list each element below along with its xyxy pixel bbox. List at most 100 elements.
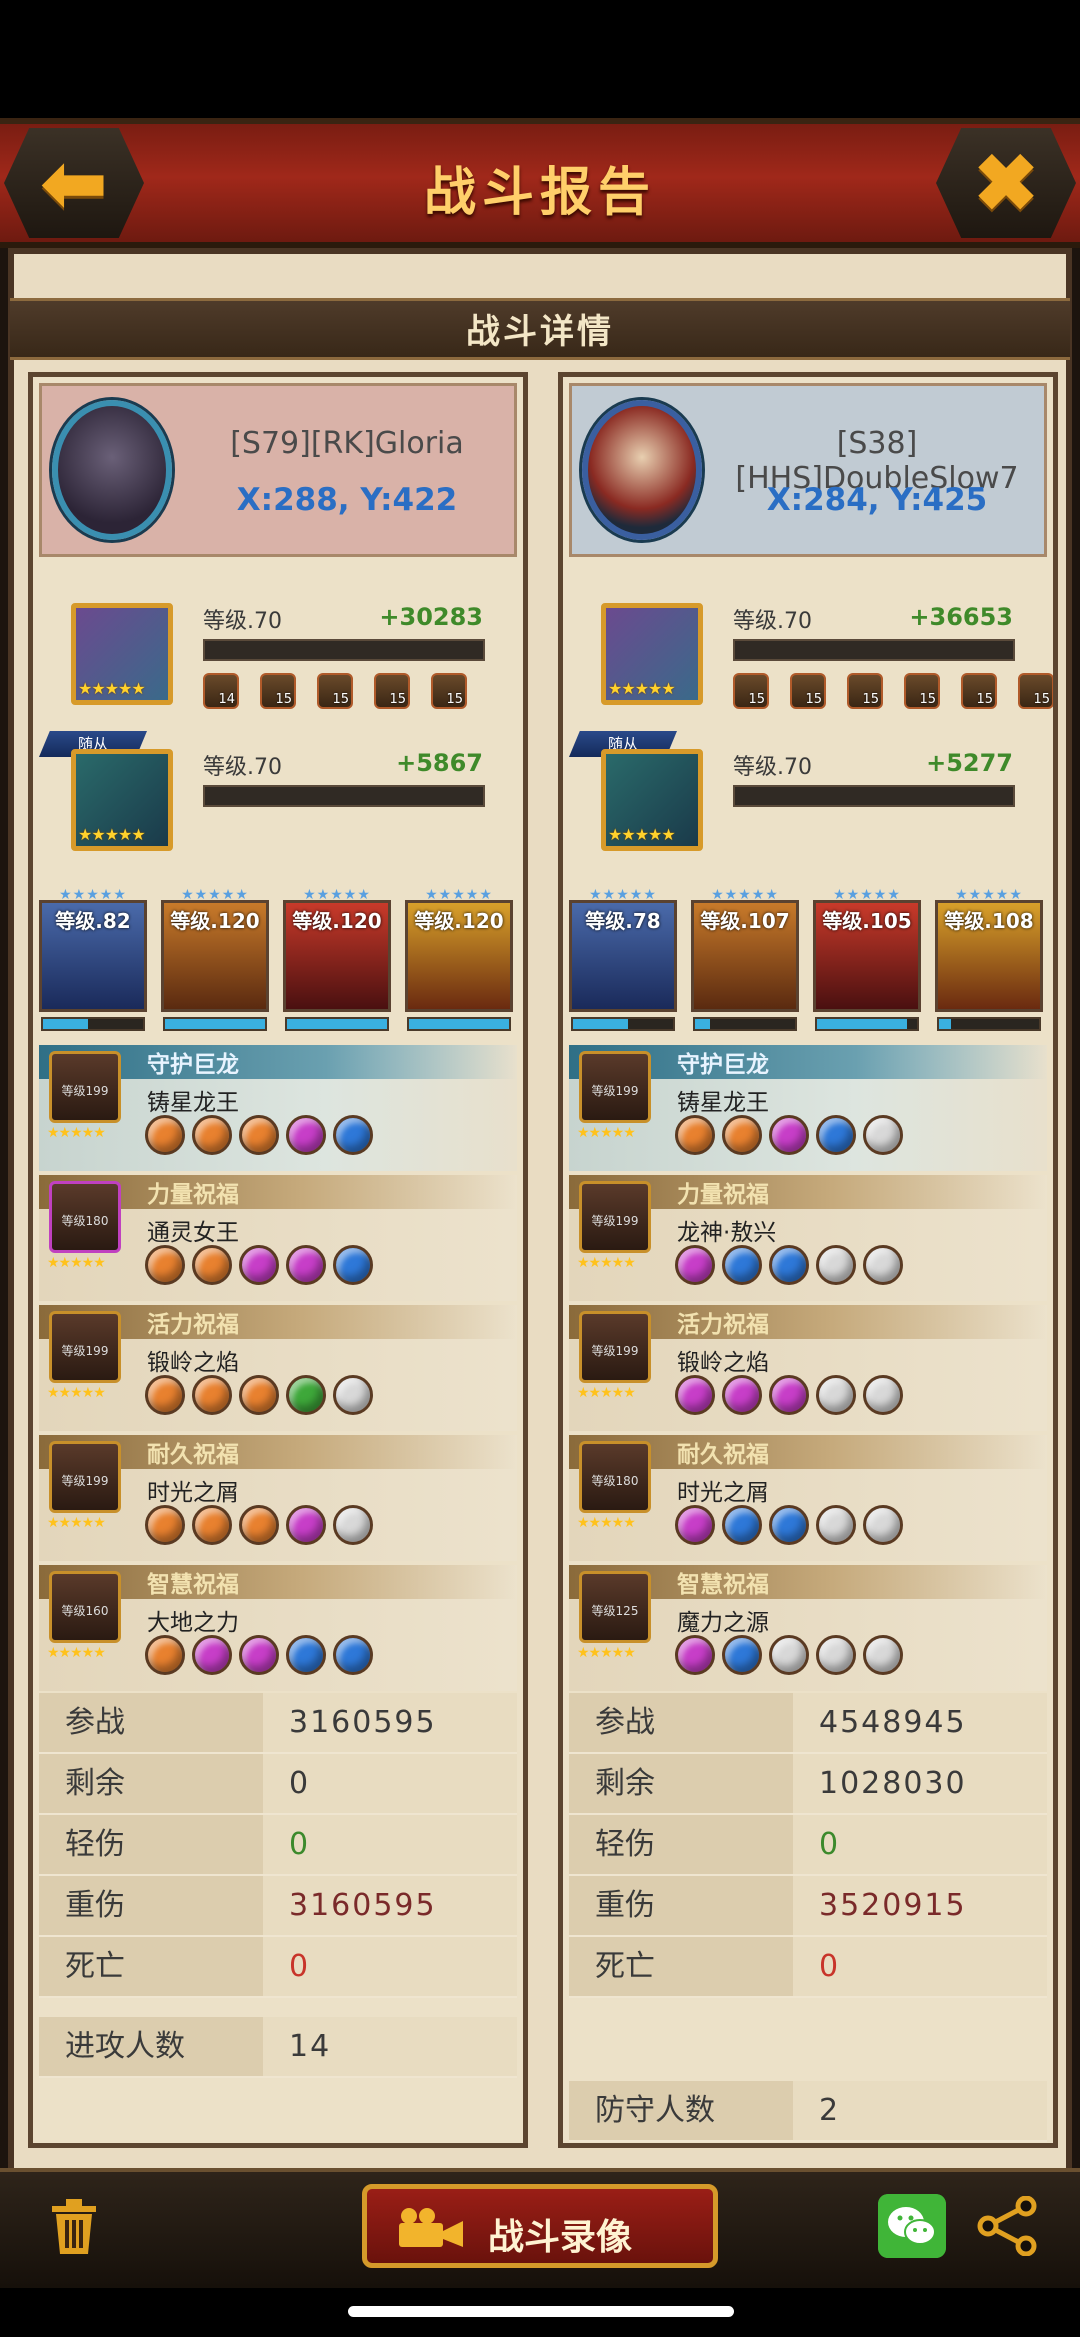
blessing-dragon-icon[interactable]: 等级160 (49, 1571, 121, 1643)
blue-gem[interactable] (722, 1245, 762, 1285)
purple-gem[interactable] (675, 1245, 715, 1285)
orange-gem[interactable] (145, 1245, 185, 1285)
dragon-card[interactable]: 等级.108 (935, 900, 1043, 1012)
white-gem[interactable] (816, 1505, 856, 1545)
purple-gem[interactable] (675, 1375, 715, 1415)
blue-gem[interactable] (333, 1245, 373, 1285)
blue-gem[interactable] (816, 1115, 856, 1155)
purple-gem[interactable] (286, 1245, 326, 1285)
player-coordinates[interactable]: X:288, Y:422 (182, 482, 512, 518)
dragon-card[interactable]: 等级.78 (569, 900, 677, 1012)
blessing-row[interactable]: 智慧祝福 魔力之源 等级125 ★★★★★ (569, 1565, 1047, 1691)
dragon-card[interactable]: 等级.105 (813, 900, 921, 1012)
orange-gem[interactable] (192, 1245, 232, 1285)
orange-gem[interactable] (145, 1505, 185, 1545)
dragon-card[interactable]: 等级.120 (283, 900, 391, 1012)
white-gem[interactable] (863, 1115, 903, 1155)
blessing-dragon-icon[interactable]: 等级199 (579, 1311, 651, 1383)
equipment-slot[interactable]: 15 (374, 673, 410, 709)
dragon-card[interactable]: 等级.120 (161, 900, 269, 1012)
white-gem[interactable] (333, 1375, 373, 1415)
orange-gem[interactable] (145, 1635, 185, 1675)
white-gem[interactable] (816, 1245, 856, 1285)
purple-gem[interactable] (192, 1635, 232, 1675)
blessing-dragon-icon[interactable]: 等级199 (49, 1051, 121, 1123)
close-button[interactable]: ✖ (936, 128, 1076, 238)
purple-gem[interactable] (286, 1115, 326, 1155)
purple-gem[interactable] (675, 1635, 715, 1675)
white-gem[interactable] (816, 1375, 856, 1415)
blue-gem[interactable] (333, 1635, 373, 1675)
battle-replay-button[interactable]: 战斗录像 (362, 2184, 718, 2268)
equipment-slot[interactable]: 15 (733, 673, 769, 709)
white-gem[interactable] (863, 1245, 903, 1285)
blessing-row[interactable]: 力量祝福 龙神·敖兴 等级199 ★★★★★ (569, 1175, 1047, 1301)
share-icon[interactable] (976, 2196, 1040, 2256)
blessing-row[interactable]: 智慧祝福 大地之力 等级160 ★★★★★ (39, 1565, 517, 1691)
equipment-slot[interactable]: 15 (961, 673, 997, 709)
orange-gem[interactable] (192, 1115, 232, 1155)
blue-gem[interactable] (286, 1635, 326, 1675)
blessing-dragon-icon[interactable]: 等级199 (579, 1181, 651, 1253)
wechat-icon[interactable] (878, 2194, 946, 2258)
equipment-slot[interactable]: 15 (260, 673, 296, 709)
orange-gem[interactable] (192, 1505, 232, 1545)
blessing-dragon-icon[interactable]: 等级199 (579, 1051, 651, 1123)
blessing-row[interactable]: 活力祝福 锻岭之焰 等级199 ★★★★★ (569, 1305, 1047, 1431)
blessing-dragon-icon[interactable]: 等级199 (49, 1441, 121, 1513)
orange-gem[interactable] (145, 1375, 185, 1415)
purple-gem[interactable] (722, 1375, 762, 1415)
orange-gem[interactable] (145, 1115, 185, 1155)
green-gem[interactable] (286, 1375, 326, 1415)
equipment-slot[interactable]: 14 (203, 673, 239, 709)
white-gem[interactable] (863, 1505, 903, 1545)
blessing-row[interactable]: 守护巨龙 铸星龙王 等级199 ★★★★★ (39, 1045, 517, 1171)
equipment-slot[interactable]: 15 (431, 673, 467, 709)
orange-gem[interactable] (239, 1375, 279, 1415)
purple-gem[interactable] (286, 1505, 326, 1545)
orange-gem[interactable] (722, 1115, 762, 1155)
dragon-card[interactable]: 等级.107 (691, 900, 799, 1012)
white-gem[interactable] (863, 1635, 903, 1675)
blue-gem[interactable] (722, 1505, 762, 1545)
purple-gem[interactable] (239, 1635, 279, 1675)
blue-gem[interactable] (769, 1245, 809, 1285)
hero-portrait[interactable]: ★★★★★ (601, 603, 703, 705)
purple-gem[interactable] (769, 1115, 809, 1155)
blessing-dragon-icon[interactable]: 等级180 (579, 1441, 651, 1513)
orange-gem[interactable] (239, 1505, 279, 1545)
hero-portrait[interactable]: ★★★★★ (71, 603, 173, 705)
white-gem[interactable] (769, 1635, 809, 1675)
blue-gem[interactable] (769, 1505, 809, 1545)
player-avatar[interactable] (52, 400, 172, 540)
blessing-row[interactable]: 活力祝福 锻岭之焰 等级199 ★★★★★ (39, 1305, 517, 1431)
blessing-dragon-icon[interactable]: 等级125 (579, 1571, 651, 1643)
blessing-row[interactable]: 耐久祝福 时光之屑 等级180 ★★★★★ (569, 1435, 1047, 1561)
equipment-slot[interactable]: 15 (790, 673, 826, 709)
blue-gem[interactable] (333, 1115, 373, 1155)
trash-icon[interactable] (46, 2196, 102, 2256)
white-gem[interactable] (863, 1375, 903, 1415)
blue-gem[interactable] (722, 1635, 762, 1675)
home-indicator[interactable] (348, 2306, 734, 2317)
blessing-row[interactable]: 守护巨龙 铸星龙王 等级199 ★★★★★ (569, 1045, 1047, 1171)
equipment-slot[interactable]: 15 (904, 673, 940, 709)
equipment-slot[interactable]: 15 (847, 673, 883, 709)
follower-portrait[interactable]: ★★★★★ (71, 749, 173, 851)
dragon-card[interactable]: 等级.120 (405, 900, 513, 1012)
blessing-dragon-icon[interactable]: 等级199 (49, 1311, 121, 1383)
purple-gem[interactable] (675, 1505, 715, 1545)
purple-gem[interactable] (239, 1245, 279, 1285)
white-gem[interactable] (333, 1505, 373, 1545)
orange-gem[interactable] (675, 1115, 715, 1155)
blessing-row[interactable]: 力量祝福 通灵女王 等级180 ★★★★★ (39, 1175, 517, 1301)
white-gem[interactable] (816, 1635, 856, 1675)
equipment-slot[interactable]: 15 (317, 673, 353, 709)
blessing-row[interactable]: 耐久祝福 时光之屑 等级199 ★★★★★ (39, 1435, 517, 1561)
back-button[interactable]: ⬅ (4, 128, 144, 238)
blessing-dragon-icon[interactable]: 等级180 (49, 1181, 121, 1253)
follower-portrait[interactable]: ★★★★★ (601, 749, 703, 851)
dragon-card[interactable]: 等级.82 (39, 900, 147, 1012)
equipment-slot[interactable]: 15 (1018, 673, 1053, 709)
player-avatar[interactable] (582, 400, 702, 540)
